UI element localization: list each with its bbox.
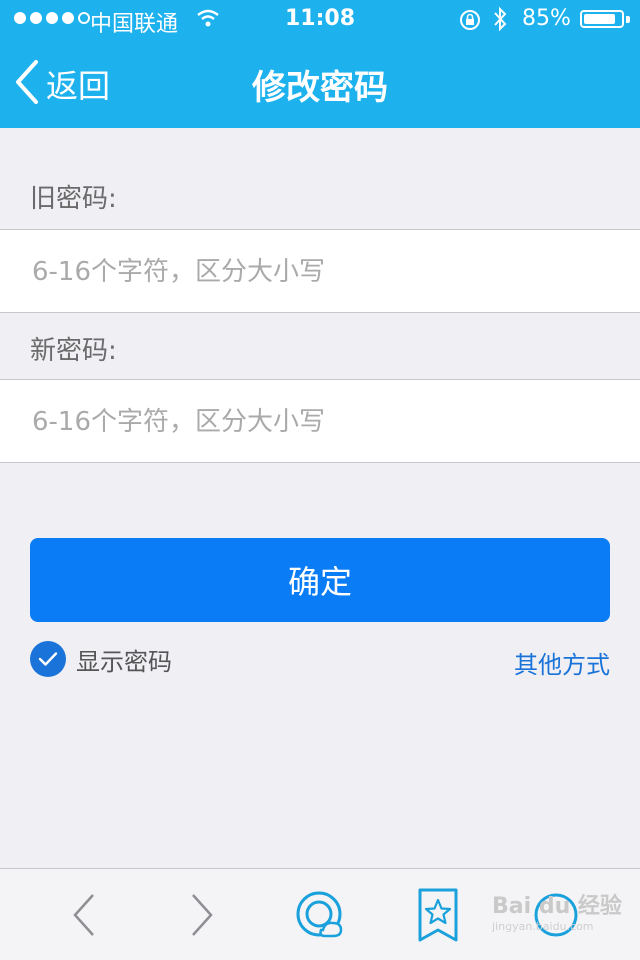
new-password-label: 新密码: — [30, 336, 117, 366]
battery-tip — [626, 16, 630, 23]
old-password-field — [0, 229, 640, 314]
show-password-label: 显示密码 — [76, 647, 172, 676]
bluetooth-icon — [492, 6, 508, 38]
top-bar: 中国联通 11:08 85% 返回 修改密码 — [0, 0, 640, 128]
nav-bar: 返回 修改密码 — [0, 40, 640, 128]
watermark-url: jingyan.baidu.com — [492, 920, 594, 933]
back-arrow-icon[interactable] — [54, 885, 114, 945]
forward-arrow-icon[interactable] — [172, 885, 232, 945]
new-password-input[interactable] — [30, 380, 614, 464]
battery-icon — [580, 10, 624, 28]
chat-cloud-icon[interactable] — [290, 885, 350, 945]
other-methods-link[interactable]: 其他方式 — [514, 645, 610, 680]
confirm-button[interactable]: 确定 — [30, 538, 610, 622]
page-title: 修改密码 — [252, 68, 388, 108]
old-password-label: 旧密码: — [30, 184, 117, 214]
new-password-field — [0, 379, 640, 464]
rotation-lock-icon — [458, 8, 482, 38]
battery-percent: 85% — [522, 6, 571, 31]
show-password-toggle[interactable]: 显示密码 — [30, 641, 172, 677]
main-content: 旧密码: 新密码: 确定 显示密码 其他方式 — [0, 128, 640, 868]
old-password-input[interactable] — [30, 230, 614, 314]
bookmark-star-icon[interactable] — [408, 885, 468, 945]
status-bar: 中国联通 11:08 85% — [0, 0, 640, 40]
checkmark-icon — [30, 641, 66, 677]
watermark-logo: Bai du 经验 — [492, 894, 622, 919]
